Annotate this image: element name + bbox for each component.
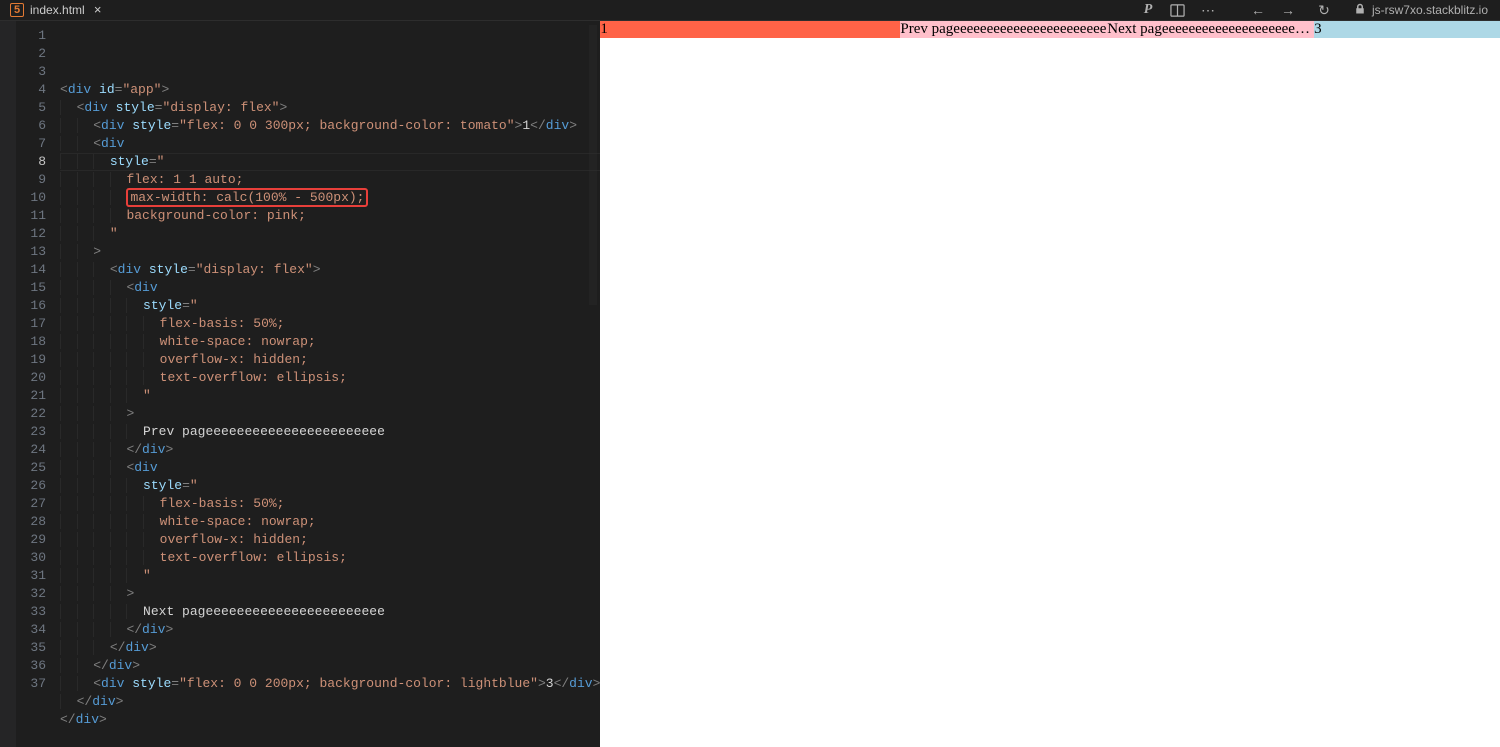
editor-pane[interactable]: 1234567891011121314151617181920212223242… <box>0 21 600 747</box>
more-icon[interactable]: ⋯ <box>1198 0 1218 20</box>
code-area[interactable]: <div id="app"> <div style="display: flex… <box>60 21 600 747</box>
html-file-icon: 5 <box>10 3 24 17</box>
nav-back-icon[interactable]: ← <box>1248 0 1268 20</box>
split-layout-icon[interactable] <box>1168 0 1188 20</box>
preview-col-1: 1 <box>600 21 900 38</box>
tab-index-html[interactable]: 5 index.html × <box>0 0 115 20</box>
top-bar: 5 index.html × P ⋯ ← → ↻ js-rsw7xo.stack… <box>0 0 1500 21</box>
preview-pane: 1 Prev pageeeeeeeeeeeeeeeeeeeeeee Next p… <box>600 21 1500 747</box>
preview-col-3: 3 <box>1314 21 1500 38</box>
prettier-icon[interactable]: P <box>1138 0 1158 20</box>
line-number-gutter: 1234567891011121314151617181920212223242… <box>16 21 60 747</box>
preview-prev-text: Prev pageeeeeeeeeeeeeeeeeeeeeee <box>900 21 1107 38</box>
app-root: 5 index.html × P ⋯ ← → ↻ js-rsw7xo.stack… <box>0 0 1500 712</box>
reload-icon[interactable]: ↻ <box>1314 0 1334 20</box>
nav-forward-icon[interactable]: → <box>1278 0 1298 20</box>
editor-tabs: 5 index.html × <box>0 0 115 20</box>
preview-flex-row: 1 Prev pageeeeeeeeeeeeeeeeeeeeeee Next p… <box>600 21 1500 38</box>
url-text: js-rsw7xo.stackblitz.io <box>1372 3 1488 17</box>
tab-filename: index.html <box>30 3 85 17</box>
preview-col-2: Prev pageeeeeeeeeeeeeeeeeeeeeee Next pag… <box>900 21 1314 38</box>
preview-next-text: Next pageeeeeeeeeeeeeeeeeeeeeee <box>1107 21 1314 38</box>
close-icon[interactable]: × <box>91 3 105 17</box>
minimap[interactable] <box>586 21 600 747</box>
editor-toolbar: P ⋯ ← → ↻ js-rsw7xo.stackblitz.io <box>1138 0 1500 20</box>
address-bar[interactable]: js-rsw7xo.stackblitz.io <box>1354 3 1488 18</box>
lock-icon <box>1354 3 1366 18</box>
activity-bar <box>0 21 16 747</box>
main-split: 1234567891011121314151617181920212223242… <box>0 21 1500 747</box>
